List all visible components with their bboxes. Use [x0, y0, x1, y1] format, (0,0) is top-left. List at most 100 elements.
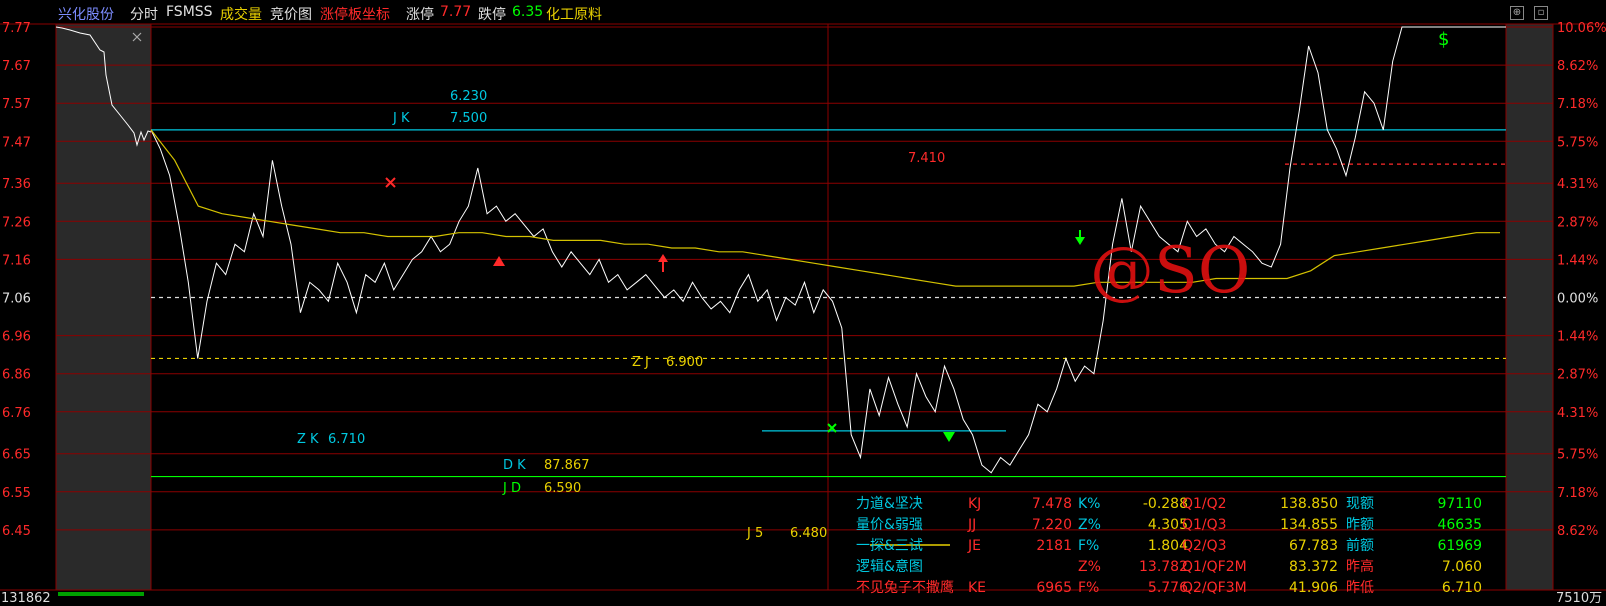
table-cell: 2181 — [1036, 538, 1072, 554]
stock-name[interactable]: 兴化股份 — [58, 4, 114, 24]
table-cell: Q1/Q3 — [1182, 517, 1227, 533]
pct-tick-label: 8.62% — [1557, 59, 1598, 74]
y-tick-label: 7.06 — [2, 292, 31, 307]
table-cell: KJ — [968, 496, 981, 512]
table-cell: 前额 — [1346, 537, 1374, 554]
table-cell: 不见兔子不撒鹰 — [856, 580, 954, 596]
jd-label: J D — [502, 481, 521, 496]
table-cell: 7.478 — [1032, 496, 1072, 512]
table-cell: Z% — [1078, 559, 1101, 575]
table-cell: 昨低 — [1346, 580, 1374, 596]
auction-label[interactable]: 竞价图 — [270, 4, 312, 24]
y-tick-label: 7.67 — [2, 59, 31, 74]
volume-bars — [58, 592, 144, 596]
volume-left-label: 131862 — [1, 591, 51, 606]
green-dollar-icon: $ — [1438, 29, 1449, 50]
table-cell: K% — [1078, 496, 1100, 512]
table-cell: JJ — [967, 517, 976, 533]
table-cell: 一探&三试 — [856, 538, 923, 554]
red-level-label: 7.410 — [908, 151, 945, 166]
jk-value: 7.500 — [450, 111, 487, 126]
table-cell: 7.060 — [1442, 559, 1482, 575]
y-tick-label: 7.47 — [2, 135, 31, 150]
table-cell: F% — [1078, 538, 1099, 554]
pct-tick-label: 1.44% — [1557, 330, 1598, 345]
zj-label: Z J — [632, 355, 649, 370]
table-cell: JE — [967, 538, 981, 554]
chart-background — [0, 0, 1606, 606]
mode-label[interactable]: 分时 — [130, 4, 158, 24]
restore-icon[interactable]: ▫ — [1534, 6, 1548, 20]
table-cell: KE — [968, 580, 986, 596]
jd-value: 6.590 — [544, 481, 581, 496]
table-cell: 138.850 — [1280, 496, 1338, 512]
table-cell: 力道&坚决 — [856, 496, 923, 512]
table-cell: 7.220 — [1032, 517, 1072, 533]
table-cell: 昨高 — [1346, 558, 1374, 575]
table-cell: 134.855 — [1280, 517, 1338, 533]
table-cell: 现额 — [1346, 496, 1374, 512]
expand-icon[interactable]: ⊕ — [1510, 6, 1524, 20]
table-cell: Q2/Q3 — [1182, 538, 1227, 554]
zj-value: 6.900 — [666, 355, 703, 370]
y-tick-label: 6.65 — [2, 448, 31, 463]
top-header-bar: 兴化股份 分时 FSMSS 成交量 竞价图 涨停板坐标 涨停 7.77 跌停 6… — [0, 0, 1606, 24]
y-tick-label: 7.16 — [2, 253, 31, 268]
table-cell: 83.372 — [1289, 559, 1338, 575]
jk-label: J K — [392, 111, 410, 126]
dk-label: D K — [503, 458, 526, 473]
limit-coordinate-label[interactable]: 涨停板坐标 — [320, 4, 390, 24]
table-cell: 6965 — [1036, 580, 1072, 596]
pct-tick-label: 7.18% — [1557, 486, 1598, 501]
j5-label: J 5 — [746, 526, 763, 541]
watermark: @SO — [1090, 234, 1250, 308]
limit-up-label: 涨停 — [406, 7, 434, 23]
table-cell: 昨额 — [1346, 517, 1374, 533]
y-tick-label: 7.26 — [2, 215, 31, 230]
table-cell: F% — [1078, 580, 1099, 596]
pre-market-area — [56, 24, 151, 590]
j5-value: 6.480 — [790, 526, 827, 541]
y-tick-label: 7.36 — [2, 177, 31, 192]
pct-tick-label: 8.62% — [1557, 524, 1598, 539]
jk-top-label: 6.230 — [450, 89, 487, 104]
table-cell: 量价&弱强 — [856, 517, 923, 533]
zk-label: Z K — [297, 432, 319, 447]
pct-tick-label: 4.31% — [1557, 177, 1598, 192]
pct-tick-label: 7.18% — [1557, 97, 1598, 112]
table-cell: Z% — [1078, 517, 1101, 533]
table-cell: 61969 — [1437, 538, 1482, 554]
table-cell: 41.906 — [1289, 580, 1338, 596]
pct-tick-label: 5.75% — [1557, 448, 1598, 463]
limit-up-value: 7.77 — [440, 4, 472, 20]
table-cell: Q2/QF3M — [1182, 580, 1247, 596]
y-tick-label: 6.45 — [2, 524, 31, 539]
volume-label[interactable]: 成交量 — [220, 4, 262, 24]
post-market-area — [1506, 24, 1553, 590]
pct-tick-label: 2.87% — [1557, 215, 1598, 230]
pct-tick-label: 5.75% — [1557, 135, 1598, 150]
pct-tick-label: 1.44% — [1557, 253, 1598, 268]
table-cell: 6.710 — [1442, 580, 1482, 596]
indicator-name[interactable]: FSMSS — [166, 4, 213, 20]
y-tick-label: 7.57 — [2, 97, 31, 112]
pct-tick-label: 4.31% — [1557, 406, 1598, 421]
sector-label[interactable]: 化工原料 — [546, 4, 602, 24]
limit-down-label: 跌停 — [478, 7, 506, 23]
intraday-chart: 7.77 7.67 7.57 7.47 7.36 7.26 7.16 7.06 6.96 6.86… — [0, 0, 1606, 606]
table-cell: 97110 — [1437, 496, 1482, 512]
volume-right-label: 7510万 — [1556, 591, 1602, 606]
pct-tick-label: 2.87% — [1557, 368, 1598, 383]
table-cell: 逻辑&意图 — [856, 558, 923, 575]
table-cell: 67.783 — [1289, 538, 1338, 554]
table-cell: 46635 — [1437, 517, 1482, 533]
pct-tick-label: 0.00% — [1557, 292, 1598, 307]
y-tick-label: 6.76 — [2, 406, 31, 421]
dk-value: 87.867 — [544, 458, 590, 473]
table-cell: Q1/Q2 — [1182, 496, 1227, 512]
y-tick-label: 6.96 — [2, 330, 31, 345]
limit-down-value: 6.35 — [512, 4, 544, 20]
y-tick-label: 6.55 — [2, 486, 31, 501]
table-cell: 13.782 — [1139, 559, 1188, 575]
y-tick-label: 6.86 — [2, 368, 31, 383]
